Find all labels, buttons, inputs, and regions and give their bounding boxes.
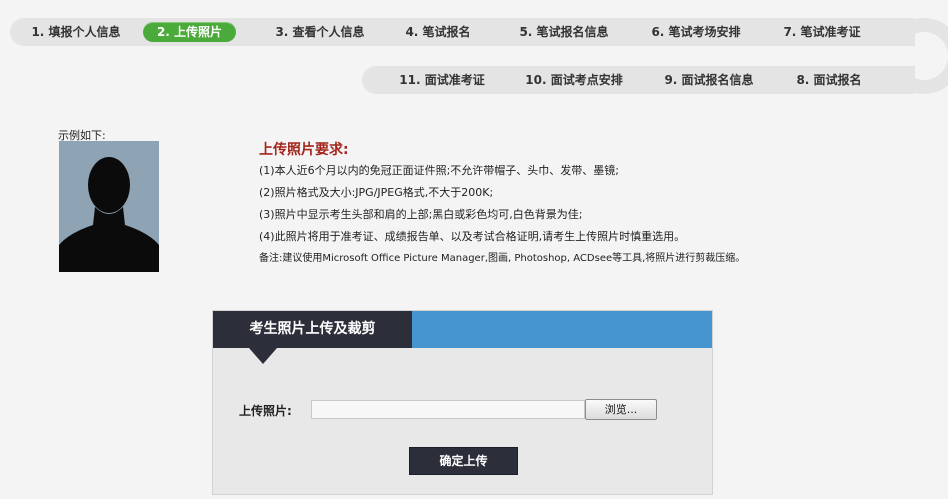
step-7-written-admission-ticket[interactable]: 7. 笔试准考证 [777,22,867,42]
step-11-interview-admission-ticket[interactable]: 11. 面试准考证 [394,70,490,90]
requirements-note: 备注:建议使用Microsoft Office Picture Manager,… [259,253,746,264]
confirm-upload-button[interactable]: 确定上传 [409,447,518,475]
step-5-written-exam-info[interactable]: 5. 笔试报名信息 [512,22,616,42]
requirement-item-3: (3)照片中显示考生头部和肩的上部;黑白或彩色均可,白色背景为佳; [259,208,583,221]
person-silhouette-icon [59,157,159,272]
upload-panel-title: 考生照片上传及裁剪 [213,311,412,348]
browse-button[interactable]: 浏览... [585,399,657,420]
step-2-upload-photo[interactable]: 2. 上传照片 [143,22,236,42]
requirement-item-4: (4)此照片将用于准考证、成绩报告单、以及考试合格证明,请考生上传照片时慎重选用… [259,230,686,243]
upload-panel: 考生照片上传及裁剪 上传照片: 浏览... 确定上传 [212,310,713,495]
example-photo [59,141,159,272]
step-6-written-exam-room[interactable]: 6. 笔试考场安排 [644,22,748,42]
requirement-item-1: (1)本人近6个月以内的免冠正面证件照;不允许带帽子、头巾、发带、墨镜; [259,164,619,177]
step-9-interview-signup-info[interactable]: 9. 面试报名信息 [657,70,761,90]
upload-photo-label: 上传照片: [239,404,292,418]
requirements-title: 上传照片要求: [259,142,349,158]
step-4-written-exam-signup[interactable]: 4. 笔试报名 [398,22,478,42]
photo-file-input[interactable] [311,400,585,419]
step-10-interview-site[interactable]: 10. 面试考点安排 [519,70,629,90]
requirement-item-2: (2)照片格式及大小:JPG/JPEG格式,不大于200K; [259,186,494,199]
step-1-fill-personal-info[interactable]: 1. 填报个人信息 [24,22,128,42]
step-8-interview-signup[interactable]: 8. 面试报名 [789,70,869,90]
step-3-view-personal-info[interactable]: 3. 查看个人信息 [268,22,372,42]
panel-tab-pointer-icon [249,348,277,364]
